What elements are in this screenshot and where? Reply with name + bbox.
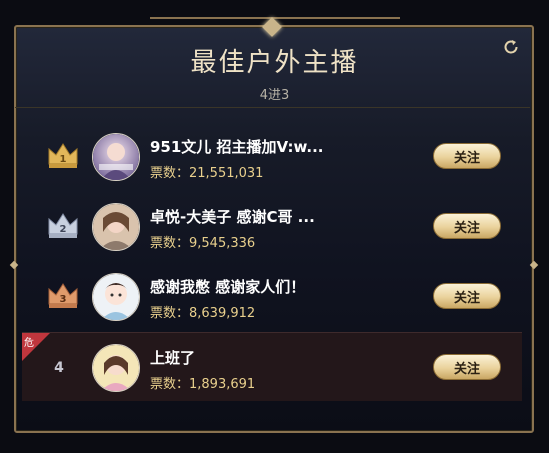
streamer-name[interactable]: 951文儿 招主播加V:w... [150, 136, 323, 157]
list-item: 1 951文儿 招主播加V:w... 票数：21,551,031 关注 [22, 122, 522, 190]
vote-count: 票数：9,545,336 [150, 236, 256, 251]
svg-text:1: 1 [60, 154, 67, 165]
refresh-icon [504, 40, 518, 54]
rank-1-crown-icon: 1 [46, 140, 80, 170]
vote-count: 票数：21,551,031 [150, 166, 264, 181]
vote-count: 票数：1,893,691 [150, 377, 256, 392]
round-subtitle: 4进3 [259, 88, 290, 103]
list-item: 2 卓悦-大美子 感谢C哥 ... 票数：9,545,336 关注 [22, 192, 522, 260]
list-item: 危 4 上班了 票数：1,893,691 关注 [22, 332, 522, 401]
page-title: 最佳户外主播 [190, 48, 359, 78]
vote-count: 票数：8,639,912 [150, 306, 256, 321]
streamer-name[interactable]: 卓悦-大美子 感谢C哥 ... [150, 206, 315, 227]
follow-button[interactable]: 关注 [433, 283, 501, 309]
ranking-list: 1 951文儿 招主播加V:w... 票数：21,551,031 关注 2 卓悦… [15, 107, 530, 405]
streamer-name[interactable]: 感谢我憋 感谢家人们！ [150, 276, 305, 297]
streamer-name[interactable]: 上班了 [150, 347, 195, 368]
avatar[interactable] [92, 133, 140, 181]
list-item: 3 感谢我憋 感谢家人们！ 票数：8,639,912 关注 [22, 262, 522, 330]
svg-text:3: 3 [60, 294, 67, 305]
rank-3-crown-icon: 3 [46, 280, 80, 310]
rank-number: 4 [54, 360, 64, 376]
avatar[interactable] [92, 344, 140, 392]
refresh-button[interactable] [501, 37, 521, 57]
rank-2-crown-icon: 2 [46, 210, 80, 240]
follow-button[interactable]: 关注 [433, 213, 501, 239]
svg-text:2: 2 [60, 224, 67, 235]
follow-button[interactable]: 关注 [433, 354, 501, 380]
follow-button[interactable]: 关注 [433, 143, 501, 169]
avatar[interactable] [92, 203, 140, 251]
danger-label: 危 [24, 338, 34, 349]
danger-flag-icon: 危 [22, 333, 50, 361]
avatar[interactable] [92, 273, 140, 321]
